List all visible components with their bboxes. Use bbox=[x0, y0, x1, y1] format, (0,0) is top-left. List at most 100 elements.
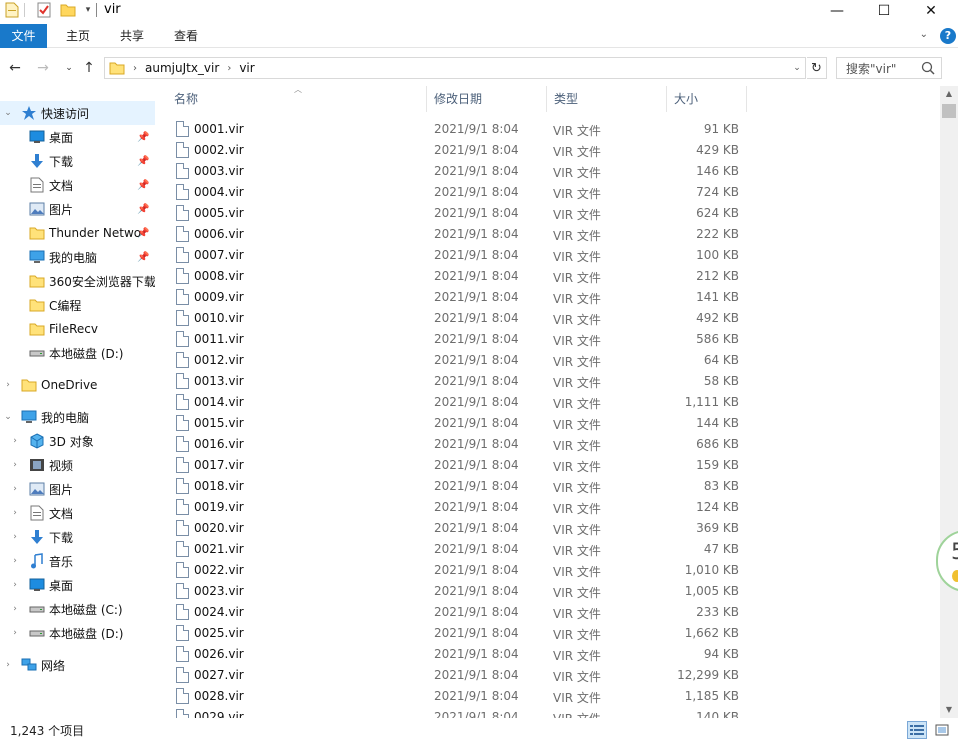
expand-chevron-icon[interactable]: › bbox=[10, 580, 20, 590]
close-button[interactable]: ✕ bbox=[908, 0, 954, 22]
table-row[interactable]: 0025.vir 2021/9/1 8:04 VIR 文件 1,662 KB bbox=[160, 623, 940, 644]
pin-icon[interactable]: 📌 bbox=[137, 204, 149, 215]
sidebar-item-pc[interactable]: › 视频 bbox=[0, 453, 155, 477]
column-divider[interactable] bbox=[546, 86, 547, 112]
vertical-scrollbar[interactable]: ▲ ▼ bbox=[940, 86, 958, 718]
column-name[interactable]: 名称 bbox=[170, 86, 426, 112]
sidebar-item-quick[interactable]: 下载 📌 bbox=[0, 149, 155, 173]
pin-icon[interactable]: 📌 bbox=[137, 228, 149, 239]
column-divider[interactable] bbox=[666, 86, 667, 112]
sidebar-item-quick[interactable]: 文档 📌 bbox=[0, 173, 155, 197]
table-row[interactable]: 0007.vir 2021/9/1 8:04 VIR 文件 100 KB bbox=[160, 245, 940, 266]
table-row[interactable]: 0009.vir 2021/9/1 8:04 VIR 文件 141 KB bbox=[160, 287, 940, 308]
details-view-icon[interactable] bbox=[907, 721, 927, 739]
sidebar-item-onedrive[interactable]: › OneDrive bbox=[0, 373, 155, 397]
pin-icon[interactable]: 📌 bbox=[137, 156, 149, 167]
tab-file[interactable]: 文件 bbox=[0, 24, 47, 48]
table-row[interactable]: 0003.vir 2021/9/1 8:04 VIR 文件 146 KB bbox=[160, 161, 940, 182]
sidebar-item-quick[interactable]: 360安全浏览器下载 bbox=[0, 269, 155, 293]
table-row[interactable]: 0021.vir 2021/9/1 8:04 VIR 文件 47 KB bbox=[160, 539, 940, 560]
sidebar-item-pc[interactable]: › 音乐 bbox=[0, 549, 155, 573]
table-row[interactable]: 0017.vir 2021/9/1 8:04 VIR 文件 159 KB bbox=[160, 455, 940, 476]
scrollbar-thumb[interactable] bbox=[942, 104, 956, 118]
sidebar-item-quick[interactable]: Thunder Netwo 📌 bbox=[0, 221, 155, 245]
help-icon[interactable]: ? bbox=[940, 28, 956, 44]
table-row[interactable]: 0002.vir 2021/9/1 8:04 VIR 文件 429 KB bbox=[160, 140, 940, 161]
refresh-button[interactable]: ↻ bbox=[807, 57, 827, 79]
forward-button[interactable]: → bbox=[34, 58, 52, 78]
breadcrumb-separator-icon[interactable]: › bbox=[227, 63, 231, 74]
search-input[interactable]: 搜索"vir" bbox=[836, 57, 942, 79]
table-row[interactable]: 0024.vir 2021/9/1 8:04 VIR 文件 233 KB bbox=[160, 602, 940, 623]
table-row[interactable]: 0018.vir 2021/9/1 8:04 VIR 文件 83 KB bbox=[160, 476, 940, 497]
table-row[interactable]: 0012.vir 2021/9/1 8:04 VIR 文件 64 KB bbox=[160, 350, 940, 371]
expand-chevron-icon[interactable]: › bbox=[10, 460, 20, 470]
sidebar-item-pc[interactable]: › 桌面 bbox=[0, 573, 155, 597]
sidebar-item-quick[interactable]: 本地磁盘 (D:) bbox=[0, 341, 155, 365]
table-row[interactable]: 0006.vir 2021/9/1 8:04 VIR 文件 222 KB bbox=[160, 224, 940, 245]
sidebar-item-network[interactable]: › 网络 bbox=[0, 653, 155, 677]
column-date[interactable]: 修改日期 bbox=[430, 86, 546, 112]
table-row[interactable]: 0008.vir 2021/9/1 8:04 VIR 文件 212 KB bbox=[160, 266, 940, 287]
table-row[interactable]: 0026.vir 2021/9/1 8:04 VIR 文件 94 KB bbox=[160, 644, 940, 665]
table-row[interactable]: 0004.vir 2021/9/1 8:04 VIR 文件 724 KB bbox=[160, 182, 940, 203]
table-row[interactable]: 0023.vir 2021/9/1 8:04 VIR 文件 1,005 KB bbox=[160, 581, 940, 602]
new-folder-icon[interactable] bbox=[60, 2, 76, 18]
table-row[interactable]: 0028.vir 2021/9/1 8:04 VIR 文件 1,185 KB bbox=[160, 686, 940, 707]
address-dropdown-icon[interactable]: ⌄ bbox=[789, 58, 805, 78]
table-row[interactable]: 0010.vir 2021/9/1 8:04 VIR 文件 492 KB bbox=[160, 308, 940, 329]
expand-chevron-icon[interactable]: › bbox=[10, 628, 20, 638]
pin-icon[interactable]: 📌 bbox=[137, 132, 149, 143]
expand-chevron-icon[interactable]: › bbox=[10, 532, 20, 542]
file-explorer-icon[interactable] bbox=[4, 2, 20, 18]
table-row[interactable]: 0014.vir 2021/9/1 8:04 VIR 文件 1,111 KB bbox=[160, 392, 940, 413]
sidebar-item-pc[interactable]: › 本地磁盘 (C:) bbox=[0, 597, 155, 621]
address-bar[interactable]: › aumjuJtx_vir › vir ⌄ bbox=[104, 57, 806, 79]
sidebar-item-pc[interactable]: › 图片 bbox=[0, 477, 155, 501]
table-row[interactable]: 0013.vir 2021/9/1 8:04 VIR 文件 58 KB bbox=[160, 371, 940, 392]
table-row[interactable]: 0005.vir 2021/9/1 8:04 VIR 文件 624 KB bbox=[160, 203, 940, 224]
sidebar-item-pc[interactable]: › 本地磁盘 (D:) bbox=[0, 621, 155, 645]
expand-chevron-icon[interactable]: › bbox=[3, 380, 13, 390]
maximize-button[interactable]: ☐ bbox=[861, 0, 907, 22]
table-row[interactable]: 0027.vir 2021/9/1 8:04 VIR 文件 12,299 KB bbox=[160, 665, 940, 686]
breadcrumb-separator-icon[interactable]: › bbox=[133, 63, 137, 74]
column-type[interactable]: 类型 bbox=[550, 86, 666, 112]
expand-chevron-icon[interactable]: › bbox=[10, 508, 20, 518]
tab-view[interactable]: 查看 bbox=[163, 24, 209, 48]
expand-chevron-icon[interactable]: › bbox=[10, 484, 20, 494]
sidebar-item-quick[interactable]: 图片 📌 bbox=[0, 197, 155, 221]
sidebar-item-pc[interactable]: › 3D 对象 bbox=[0, 429, 155, 453]
back-button[interactable]: ← bbox=[6, 58, 24, 78]
sidebar-item-quick[interactable]: 我的电脑 📌 bbox=[0, 245, 155, 269]
table-row[interactable]: 0011.vir 2021/9/1 8:04 VIR 文件 586 KB bbox=[160, 329, 940, 350]
table-row[interactable]: 0001.vir 2021/9/1 8:04 VIR 文件 91 KB bbox=[160, 119, 940, 140]
sidebar-item-quick[interactable]: 桌面 📌 bbox=[0, 125, 155, 149]
large-icons-view-icon[interactable] bbox=[932, 721, 952, 739]
expand-ribbon-icon[interactable]: ⌄ bbox=[920, 29, 928, 40]
pin-icon[interactable]: 📌 bbox=[137, 180, 149, 191]
scroll-up-icon[interactable]: ▲ bbox=[940, 86, 958, 102]
expand-chevron-icon[interactable]: › bbox=[3, 660, 13, 670]
breadcrumb-parent[interactable]: aumjuJtx_vir bbox=[145, 61, 219, 75]
table-row[interactable]: 0016.vir 2021/9/1 8:04 VIR 文件 686 KB bbox=[160, 434, 940, 455]
properties-icon[interactable] bbox=[36, 2, 52, 18]
sidebar-item-pc[interactable]: › 下载 bbox=[0, 525, 155, 549]
expand-chevron-icon[interactable]: › bbox=[10, 604, 20, 614]
table-row[interactable]: 0019.vir 2021/9/1 8:04 VIR 文件 124 KB bbox=[160, 497, 940, 518]
table-row[interactable]: 0015.vir 2021/9/1 8:04 VIR 文件 144 KB bbox=[160, 413, 940, 434]
pin-icon[interactable]: 📌 bbox=[137, 252, 149, 263]
sidebar-item-this-pc[interactable]: ⌄ 我的电脑 bbox=[0, 405, 155, 429]
breadcrumb-current[interactable]: vir bbox=[239, 61, 254, 75]
column-size[interactable]: 大小 bbox=[670, 86, 746, 112]
table-row[interactable]: 0022.vir 2021/9/1 8:04 VIR 文件 1,010 KB bbox=[160, 560, 940, 581]
scroll-down-icon[interactable]: ▼ bbox=[940, 702, 958, 718]
column-divider[interactable] bbox=[426, 86, 427, 112]
sidebar-item-quick[interactable]: FileRecv bbox=[0, 317, 155, 341]
sidebar-item-quick-access[interactable]: ⌄ 快速访问 bbox=[0, 101, 155, 125]
table-row[interactable]: 0029.vir 2021/9/1 8:04 VIR 文件 140 KB bbox=[160, 707, 940, 718]
recent-locations-icon[interactable]: ⌄ bbox=[60, 58, 78, 78]
collapse-chevron-icon[interactable]: ⌄ bbox=[3, 108, 13, 118]
expand-chevron-icon[interactable]: › bbox=[10, 556, 20, 566]
collapse-chevron-icon[interactable]: ⌄ bbox=[3, 412, 13, 422]
